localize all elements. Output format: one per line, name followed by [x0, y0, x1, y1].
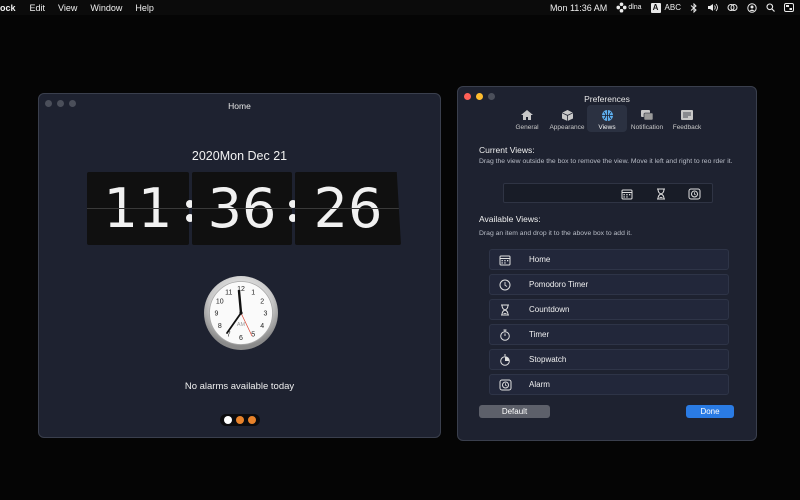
list-item-label: Timer — [529, 330, 550, 339]
hourglass-icon[interactable] — [654, 187, 668, 201]
globe-icon — [599, 108, 615, 122]
volume-icon[interactable] — [707, 3, 718, 12]
pomodoro-icon — [498, 278, 512, 292]
list-item-label: Alarm — [529, 380, 550, 389]
current-views-box[interactable] — [503, 183, 713, 203]
spotlight-search-icon[interactable] — [766, 3, 775, 12]
done-button[interactable]: Done — [686, 405, 734, 418]
list-item-alarm[interactable]: Alarm — [489, 374, 729, 395]
user-account-icon[interactable] — [747, 2, 757, 13]
flip-clock: 11 36 26 — [87, 172, 401, 245]
current-views-title: Current Views: — [479, 145, 535, 155]
list-item-label: Stopwatch — [529, 355, 567, 364]
list-item-label: Countdown — [529, 305, 570, 314]
feedback-icon — [679, 108, 695, 122]
control-center-icon[interactable] — [784, 3, 794, 12]
tab-label: Feedback — [672, 124, 702, 131]
analog-clock: 12 1234567891011 AM — [204, 276, 278, 350]
input-source-label: ABC — [664, 3, 681, 12]
menu-help[interactable]: Help — [135, 3, 154, 13]
page-dot-3[interactable] — [248, 416, 256, 424]
list-item-stopwatch[interactable]: Stopwatch — [489, 349, 729, 370]
hours-value: 11 — [103, 177, 173, 240]
timer-icon — [498, 328, 512, 342]
list-item-label: Pomodoro Timer — [529, 280, 589, 289]
clock-numeral: 11 — [225, 289, 232, 296]
prefs-toolbar: General Appearance Views Notification Fe… — [458, 105, 756, 132]
tab-label: General — [515, 124, 539, 131]
tab-label: Notification — [630, 124, 664, 131]
am-pm-label: AM — [237, 322, 246, 328]
dlna-label: dlna — [628, 4, 642, 11]
house-icon — [519, 108, 535, 122]
date-label: 2020Mon Dec 21 — [191, 149, 288, 163]
page-dot-2[interactable] — [236, 416, 244, 424]
clock-numeral: 10 — [216, 298, 224, 305]
home-window: Home 2020Mon Dec 21 11 36 26 12 1 2 3 4 5 6 7 8 9… — [38, 93, 441, 438]
bluetooth-icon[interactable] — [690, 2, 698, 13]
alarm-icon[interactable] — [687, 187, 701, 201]
clock-numeral: 1 — [251, 289, 255, 296]
menu-window[interactable]: Window — [90, 3, 122, 13]
alarms-message: No alarms available today — [184, 381, 295, 392]
current-views-description: Drag the view outside the box to remove … — [479, 158, 733, 165]
notification-icon — [639, 108, 655, 122]
list-item-countdown[interactable]: Countdown — [489, 299, 729, 320]
hourglass-icon — [498, 303, 512, 317]
menu-view[interactable]: View — [58, 3, 77, 13]
menubar-clock[interactable]: Mon 11:36 AM — [550, 3, 607, 13]
tab-views[interactable]: Views — [587, 105, 627, 132]
clock-numeral: 9 — [215, 311, 219, 318]
available-views-list: Home Pomodoro Timer Countdown Timer Stop… — [489, 249, 729, 399]
clock-numeral: 2 — [260, 298, 264, 305]
page-indicator — [220, 414, 260, 426]
available-views-title: Available Views: — [479, 214, 541, 224]
input-source-item[interactable]: A ABC — [650, 2, 681, 13]
tab-general[interactable]: General — [507, 105, 547, 132]
app-menu[interactable]: ock — [0, 3, 16, 13]
page-dot-1[interactable] — [224, 416, 232, 424]
list-item-timer[interactable]: Timer — [489, 324, 729, 345]
flower-icon — [616, 2, 627, 13]
colon-separator — [289, 172, 297, 245]
list-item-pomodoro-timer[interactable]: Pomodoro Timer — [489, 274, 729, 295]
seconds-card: 26 — [295, 172, 401, 245]
preferences-window: Preferences General Appearance Views Not… — [457, 86, 757, 441]
list-item-label: Home — [529, 255, 551, 264]
clock-numeral: 6 — [239, 335, 243, 342]
list-item-home[interactable]: Home — [489, 249, 729, 270]
alarm-icon — [498, 378, 512, 392]
menu-edit[interactable]: Edit — [30, 3, 46, 13]
screen-mirroring-icon[interactable] — [727, 3, 738, 12]
clock-numeral: 4 — [260, 323, 264, 330]
default-button[interactable]: Default — [479, 405, 550, 418]
tab-appearance[interactable]: Appearance — [547, 105, 587, 132]
clock-numeral: 8 — [218, 323, 222, 330]
home-window-title: Home — [228, 101, 251, 111]
tab-label: Views — [598, 124, 616, 131]
tab-notification[interactable]: Notification — [627, 105, 667, 132]
clock-numeral: 3 — [264, 311, 268, 318]
calendar-icon[interactable] — [620, 187, 634, 201]
stopwatch-icon — [498, 353, 512, 367]
minutes-value: 36 — [207, 177, 277, 240]
tab-label: Appearance — [549, 124, 585, 131]
cube-icon — [559, 108, 575, 122]
minutes-card: 36 — [192, 172, 292, 245]
calendar-icon — [498, 253, 512, 267]
available-views-description: Drag an item and drop it to the above bo… — [479, 230, 633, 237]
tab-feedback[interactable]: Feedback — [667, 105, 707, 132]
prefs-window-title: Preferences — [584, 94, 630, 104]
dlna-status-item[interactable]: dlna — [616, 2, 642, 13]
input-source-box: A — [650, 2, 661, 13]
menu-bar: ock Edit View Window Help Mon 11:36 AM d… — [0, 0, 800, 15]
hours-card: 11 — [87, 172, 189, 245]
seconds-value: 26 — [313, 177, 383, 240]
